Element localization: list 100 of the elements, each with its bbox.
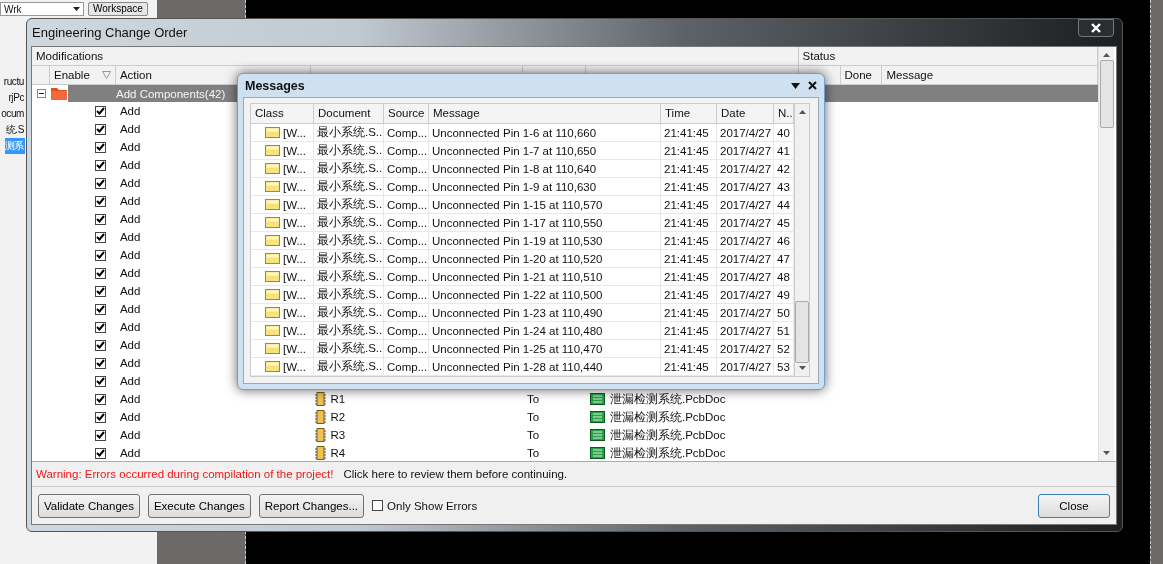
table-cell: 44 (777, 198, 790, 211)
folder-icon (265, 235, 280, 246)
checkbox[interactable] (372, 500, 384, 511)
scroll-up-icon[interactable] (798, 110, 806, 114)
checkbox[interactable] (94, 159, 106, 171)
table-cell: Comp... (387, 252, 428, 265)
table-cell: 2017/4/27 (720, 252, 772, 265)
table-cell: Add (119, 177, 141, 189)
group-label: Add Components(42) (116, 87, 226, 100)
scroll-up-icon[interactable] (1103, 53, 1110, 57)
column-header[interactable]: Class (251, 104, 314, 123)
checkbox[interactable] (94, 123, 106, 135)
table-cell: Comp... (387, 162, 428, 175)
table-cell: [W... (283, 216, 306, 229)
table-cell: [W... (283, 306, 306, 319)
column-header[interactable]: Done (840, 66, 883, 84)
table-cell: Add (119, 123, 141, 135)
checkbox[interactable] (94, 249, 106, 261)
table-cell: Add (119, 303, 141, 315)
table-cell: 46 (777, 234, 790, 247)
table-cell: [W... (283, 198, 306, 211)
window-title: Engineering Change Order (32, 25, 188, 40)
checkbox[interactable] (94, 177, 106, 189)
table-cell: 最小系统.S... (317, 215, 383, 230)
table-cell: 最小系统.S... (317, 305, 383, 320)
column-header[interactable]: Enable (50, 66, 116, 84)
table-cell: R2 (330, 411, 346, 423)
close-button[interactable] (1078, 19, 1114, 37)
workspace-button[interactable]: Workspace (88, 2, 148, 16)
folder-icon (265, 325, 280, 336)
checkbox[interactable] (94, 393, 106, 405)
close-icon[interactable] (808, 81, 817, 90)
table-cell: 51 (777, 324, 790, 337)
table-cell: 最小系统.S... (317, 179, 383, 194)
scroll-down-icon[interactable] (1103, 451, 1110, 455)
folder-icon (265, 163, 280, 174)
checkbox[interactable] (94, 321, 106, 333)
checkbox-label: Only Show Errors (387, 499, 478, 512)
checkbox[interactable] (94, 195, 106, 207)
review-link[interactable]: Click here to review them before continuing. (343, 468, 568, 480)
checkbox[interactable] (94, 339, 106, 351)
project-item[interactable]: 统.S (5, 122, 25, 138)
project-item[interactable]: ocum (1, 106, 25, 122)
column-header[interactable]: Document (314, 104, 384, 123)
table-cell: 48 (777, 270, 790, 283)
scroll-thumb[interactable] (1099, 60, 1114, 128)
checkbox[interactable] (94, 411, 106, 423)
table-cell: Unconnected Pin 1-17 at 110,550 (432, 216, 603, 229)
folder-icon (265, 199, 280, 210)
checkbox[interactable] (94, 357, 106, 369)
table-cell: 最小系统.S... (317, 323, 383, 338)
column-header[interactable]: Action (119, 69, 152, 81)
table-cell: 2017/4/27 (720, 126, 772, 139)
action-button[interactable]: Execute Changes (147, 493, 251, 518)
checkbox[interactable] (94, 141, 106, 153)
table-cell: [W... (283, 288, 306, 301)
column-header[interactable]: Date (717, 104, 774, 123)
table-cell: 21:41:45 (664, 180, 709, 193)
checkbox[interactable] (94, 375, 106, 387)
table-cell: Comp... (387, 306, 428, 319)
table-cell: Comp... (387, 342, 428, 355)
checkbox[interactable] (94, 285, 106, 297)
scrollbar[interactable] (1098, 47, 1114, 461)
table-cell: 21:41:45 (664, 252, 709, 265)
table-cell: 50 (777, 306, 790, 319)
action-button[interactable]: Validate Changes (38, 493, 140, 518)
column-header[interactable]: Source (384, 104, 429, 123)
project-item[interactable]: ructu (3, 74, 25, 90)
table-cell: Add (119, 159, 141, 171)
collapse-icon[interactable] (36, 89, 46, 98)
close-button[interactable]: Close (1038, 493, 1110, 518)
checkbox[interactable] (94, 429, 106, 441)
table-cell: Unconnected Pin 1-19 at 110,530 (432, 234, 603, 247)
checkbox[interactable] (94, 105, 106, 117)
scroll-thumb[interactable] (795, 301, 809, 363)
table-cell: Unconnected Pin 1-23 at 110,490 (432, 306, 603, 319)
checkbox[interactable] (94, 267, 106, 279)
column-header[interactable]: Time (661, 104, 717, 123)
checkbox[interactable] (94, 231, 106, 243)
scrollbar[interactable] (794, 103, 810, 377)
table-cell: Unconnected Pin 1-8 at 110,640 (432, 162, 597, 175)
scroll-down-icon[interactable] (798, 366, 806, 370)
checkbox[interactable] (94, 447, 106, 459)
dropdown-icon[interactable] (791, 82, 800, 89)
checkbox[interactable] (94, 213, 106, 225)
project-item[interactable]: rjPc (8, 90, 25, 106)
folder-icon (265, 145, 280, 156)
table-cell: Add (119, 393, 141, 405)
column-header[interactable]: Message (429, 104, 661, 123)
table-cell: Add (119, 213, 141, 225)
table-cell: [W... (283, 324, 306, 337)
table-cell: Unconnected Pin 1-7 at 110,650 (432, 144, 597, 157)
table-cell: [W... (283, 162, 306, 175)
table-cell: Add (119, 357, 141, 369)
action-button[interactable]: Report Changes... (258, 493, 365, 518)
table-cell: Add (119, 141, 141, 153)
folder-icon (265, 181, 280, 192)
workspace-dropdown[interactable]: Wrk (0, 2, 84, 16)
table-cell: Unconnected Pin 1-28 at 110,440 (432, 360, 603, 373)
checkbox[interactable] (94, 303, 106, 315)
